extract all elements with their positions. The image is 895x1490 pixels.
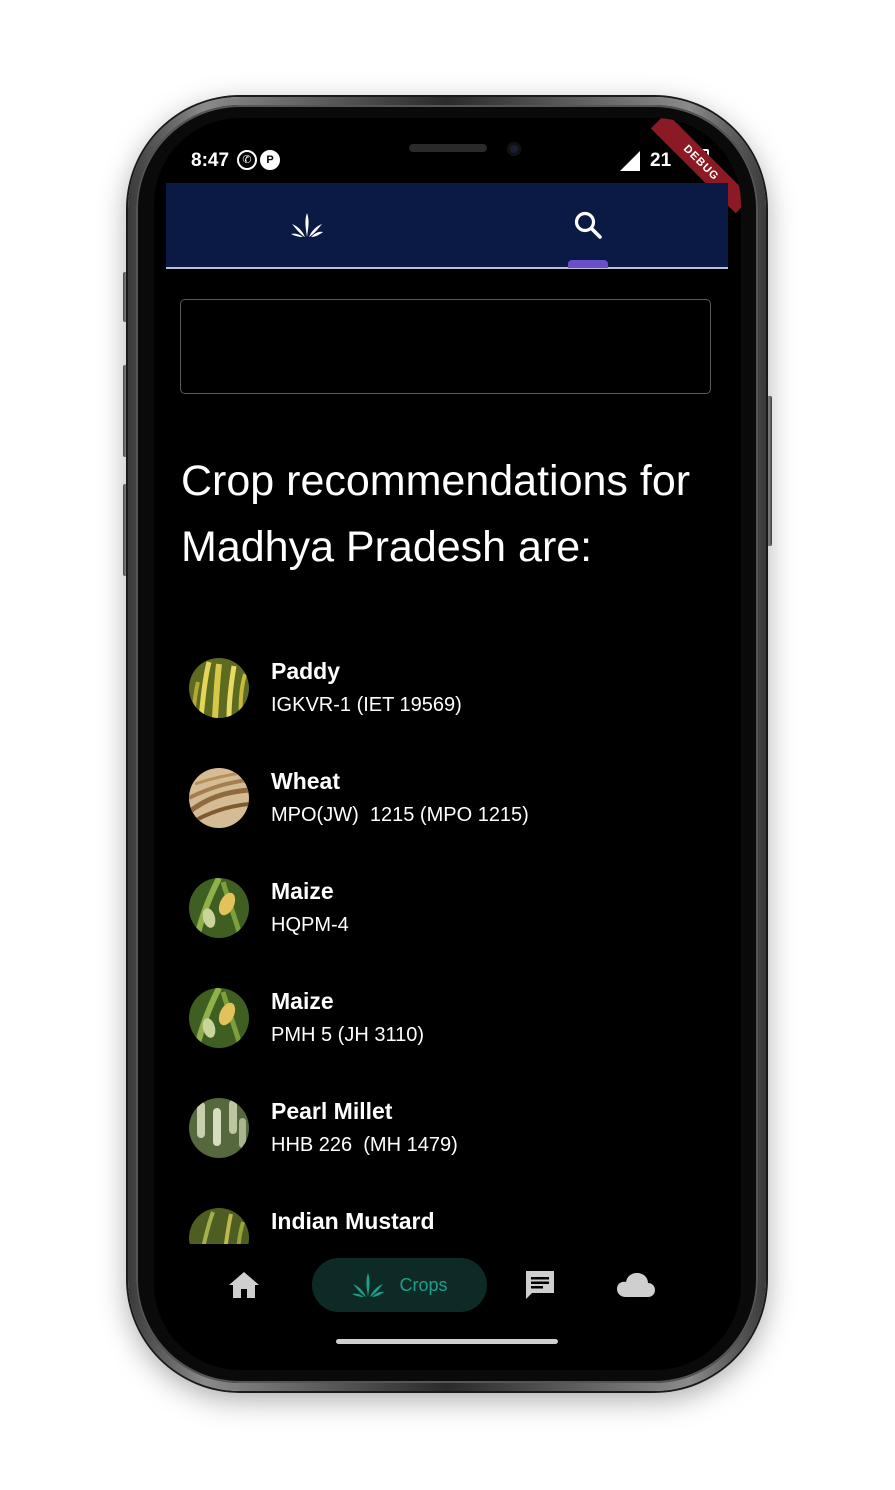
- stage: 8:47 ✆ P 21 DEBUG Crop recommendations f…: [0, 0, 895, 1490]
- paddy-image: [189, 658, 249, 718]
- crop-avatar: [189, 1098, 249, 1158]
- crop-name: Wheat: [271, 768, 340, 794]
- list-item[interactable]: Maize PMH 5 (JH 3110): [154, 968, 741, 1078]
- list-item[interactable]: Maize HQPM-4: [154, 858, 741, 968]
- crop-avatar: [189, 988, 249, 1048]
- chat-icon: [526, 1271, 554, 1299]
- earpiece-speaker: [409, 144, 487, 152]
- crop-avatar: [189, 768, 249, 828]
- crop-name: Maize: [271, 878, 334, 904]
- list-item[interactable]: Indian Mustard: [154, 1188, 741, 1244]
- crop-name: Paddy: [271, 658, 341, 684]
- crop-avatar: [189, 1208, 249, 1244]
- nav-weather[interactable]: [606, 1258, 666, 1312]
- crop-avatar: [189, 878, 249, 938]
- tab-search[interactable]: [447, 183, 728, 267]
- front-camera: [507, 142, 521, 156]
- crop-list[interactable]: Paddy IGKVR-1 (IET 19569) Wheat MPO(JW) …: [154, 638, 741, 1244]
- crops-icon: [290, 213, 323, 237]
- list-item[interactable]: Paddy IGKVR-1 (IET 19569): [154, 638, 741, 748]
- nav-home[interactable]: [214, 1258, 274, 1312]
- nav-crops-label: Crops: [399, 1274, 448, 1295]
- status-bar: 8:47 ✆ P 21 DEBUG: [154, 118, 741, 214]
- indian-mustard-image: [189, 1208, 249, 1244]
- status-time: 8:47: [191, 150, 230, 171]
- page-title: Crop recommendations for Madhya Pradesh …: [181, 457, 691, 571]
- home-indicator: [336, 1339, 558, 1344]
- bottom-nav: Crops: [154, 1244, 741, 1370]
- crop-variety: IGKVR-1 (IET 19569): [271, 694, 462, 716]
- wheat-image: [189, 768, 249, 828]
- nav-crops[interactable]: Crops: [312, 1258, 487, 1312]
- crop-variety: PMH 5 (JH 3110): [271, 1024, 425, 1046]
- crops-icon: [352, 1273, 385, 1297]
- top-tab-bar: [166, 183, 728, 269]
- crop-name: Indian Mustard: [271, 1208, 435, 1234]
- crop-avatar: [189, 658, 249, 718]
- power-button: [766, 396, 772, 546]
- app-notification-icon: P: [260, 150, 280, 170]
- list-item[interactable]: Wheat MPO(JW) 1215 (MPO 1215): [154, 748, 741, 858]
- crop-variety: HQPM-4: [271, 914, 349, 936]
- signal-icon: [620, 151, 640, 171]
- pearl-millet-image: [189, 1098, 249, 1158]
- active-tab-indicator: [568, 260, 608, 268]
- whatsapp-icon: ✆: [237, 150, 257, 170]
- search-icon: [574, 211, 602, 239]
- notification-icons: ✆ P: [237, 150, 280, 170]
- list-item[interactable]: Pearl Millet HHB 226 (MH 1479): [154, 1078, 741, 1188]
- crop-variety: HHB 226 (MH 1479): [271, 1134, 458, 1156]
- tab-crops[interactable]: [166, 183, 447, 267]
- nav-chat[interactable]: [510, 1258, 570, 1312]
- crop-variety: MPO(JW) 1215 (MPO 1215): [271, 804, 529, 826]
- cloud-icon: [617, 1273, 655, 1297]
- crop-name: Pearl Millet: [271, 1098, 393, 1124]
- maize-image: [189, 878, 249, 938]
- phone-screen: 8:47 ✆ P 21 DEBUG Crop recommendations f…: [154, 118, 741, 1370]
- battery-level: 21: [650, 150, 672, 171]
- maize-image: [189, 988, 249, 1048]
- home-icon: [229, 1272, 259, 1298]
- crop-name: Maize: [271, 988, 334, 1014]
- search-input[interactable]: [180, 299, 711, 394]
